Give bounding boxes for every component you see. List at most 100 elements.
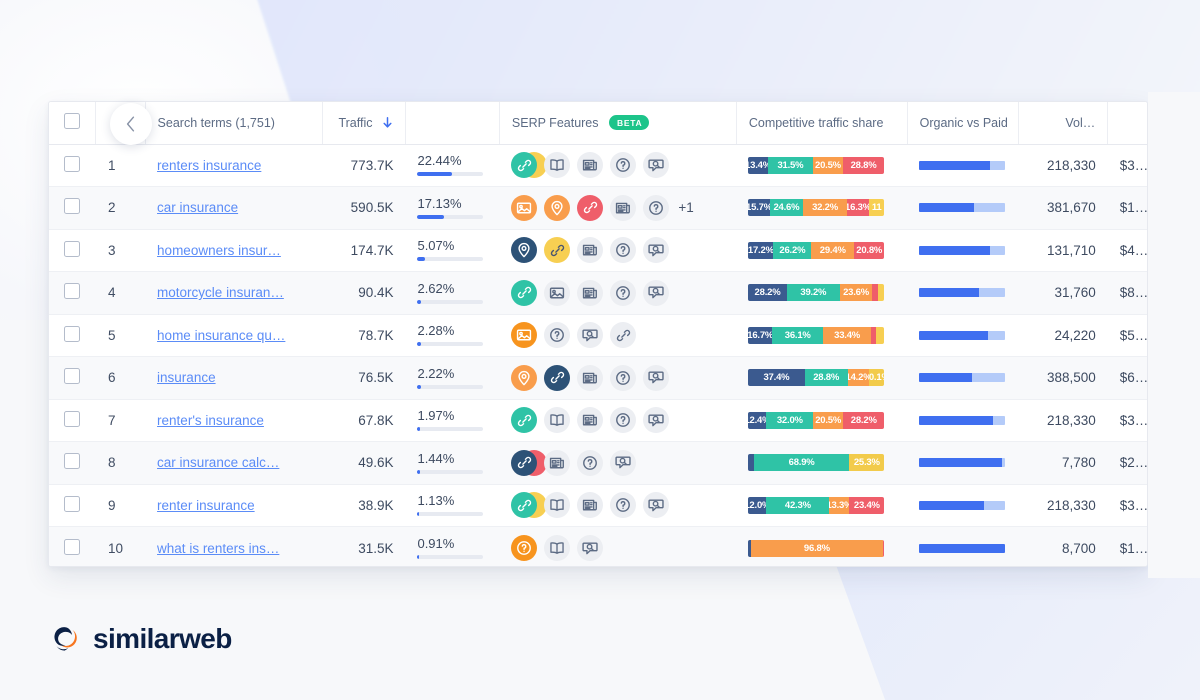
search-term-link[interactable]: motorcycle insuran… — [157, 285, 310, 300]
volume-header[interactable]: Vol… — [1018, 102, 1109, 145]
question-icon[interactable] — [643, 194, 670, 221]
related-search-icon[interactable] — [577, 535, 604, 561]
search-term-cell[interactable]: home insurance qu… — [145, 314, 323, 357]
related-search-icon[interactable] — [643, 492, 670, 519]
location-icon[interactable] — [511, 364, 538, 391]
link-icon[interactable] — [544, 237, 571, 264]
row-checkbox[interactable] — [64, 410, 81, 427]
search-term-link[interactable]: renter's insurance — [157, 413, 310, 428]
link-icon[interactable] — [544, 364, 571, 391]
table-row[interactable]: 5 home insurance qu… 78.7K 2.28% 16.7% 36.1% 3… — [49, 314, 1147, 357]
row-checkbox[interactable] — [64, 495, 81, 512]
related-search-icon[interactable] — [643, 237, 670, 264]
book-icon[interactable] — [544, 535, 571, 561]
table-row[interactable]: 10 what is renters ins… 31.5K 0.91% 96.8% 8,7… — [49, 526, 1147, 566]
competitive-traffic-share-header[interactable]: Competitive traffic share — [736, 102, 908, 145]
location-icon[interactable] — [511, 237, 538, 264]
link-icon[interactable] — [511, 407, 538, 434]
table-row[interactable]: 6 insurance 76.5K 2.22% 37.4%28.8%14.2%10.1%… — [49, 356, 1147, 400]
related-search-icon[interactable] — [643, 364, 670, 391]
news-icon[interactable] — [577, 492, 604, 519]
related-search-icon[interactable] — [577, 322, 604, 349]
link-icon[interactable] — [610, 322, 637, 349]
question-icon[interactable] — [610, 152, 637, 179]
serp-features-header[interactable]: SERP Features BETA — [499, 102, 737, 145]
search-term-link[interactable]: home insurance qu… — [157, 328, 310, 343]
row-select-cell[interactable] — [49, 144, 96, 187]
select-all-header[interactable] — [49, 102, 97, 145]
row-checkbox[interactable] — [64, 155, 81, 172]
table-row[interactable]: 3 homeowners insur… 174.7K 5.07% 17.2% 26.2% 2… — [49, 229, 1147, 272]
row-select-cell[interactable] — [49, 229, 96, 272]
search-term-link[interactable]: renters insurance — [157, 158, 310, 173]
related-search-icon[interactable] — [643, 407, 670, 434]
row-select-cell[interactable] — [49, 526, 96, 566]
table-row[interactable]: 7renter's insurance67.8K1.97%12.4%32.0%2… — [49, 399, 1147, 442]
serp-more-count[interactable]: +1 — [678, 200, 693, 215]
news-icon[interactable] — [577, 152, 604, 179]
row-select-cell[interactable] — [49, 441, 96, 485]
link-icon[interactable] — [511, 492, 548, 519]
search-term-cell[interactable]: insurance — [145, 356, 323, 400]
search-term-cell[interactable]: renters insurance — [145, 144, 323, 187]
news-icon[interactable] — [577, 407, 604, 434]
search-term-link[interactable]: homeowners insur… — [157, 243, 310, 258]
back-button[interactable] — [110, 103, 152, 145]
book-icon[interactable] — [544, 407, 571, 434]
news-icon[interactable] — [577, 279, 604, 306]
row-select-cell[interactable] — [49, 399, 96, 442]
search-term-cell[interactable]: motorcycle insuran… — [145, 271, 323, 315]
question-icon[interactable] — [610, 237, 637, 264]
table-row[interactable]: 2 car insurance 590.5K 17.13% +1 15.7%24.6%32… — [49, 186, 1147, 230]
question-icon[interactable] — [577, 449, 604, 476]
table-row[interactable]: 1 renters insurance 773.7K 22.44% 13.4%31.5%… — [49, 144, 1147, 187]
row-checkbox[interactable] — [64, 198, 81, 215]
related-search-icon[interactable] — [643, 152, 670, 179]
row-checkbox[interactable] — [64, 368, 81, 385]
row-checkbox[interactable] — [64, 453, 81, 470]
table-row[interactable]: 8 car insurance calc… 49.6K 1.44% 68.9% 25.3%… — [49, 441, 1147, 485]
row-checkbox[interactable] — [64, 325, 81, 342]
search-term-cell[interactable]: renter's insurance — [145, 399, 323, 442]
search-term-cell[interactable]: renter insurance — [145, 484, 323, 527]
search-term-cell[interactable]: car insurance calc… — [145, 441, 323, 485]
traffic-header[interactable]: Traffic — [322, 102, 406, 145]
related-search-icon[interactable] — [610, 449, 637, 476]
image-icon[interactable] — [511, 194, 538, 221]
question-icon[interactable] — [511, 535, 538, 561]
question-icon[interactable] — [610, 364, 637, 391]
related-search-icon[interactable] — [643, 279, 670, 306]
table-row[interactable]: 9 renter insurance 38.9K 1.13% 12.0%42.3%13.… — [49, 484, 1147, 527]
row-select-cell[interactable] — [49, 186, 96, 230]
search-term-link[interactable]: car insurance calc… — [157, 455, 310, 470]
news-icon[interactable] — [577, 364, 604, 391]
row-select-cell[interactable] — [49, 314, 96, 357]
question-icon[interactable] — [610, 279, 637, 306]
book-icon[interactable] — [544, 152, 571, 179]
question-icon[interactable] — [610, 407, 637, 434]
news-icon[interactable] — [544, 449, 571, 476]
image-icon[interactable] — [544, 279, 571, 306]
row-select-cell[interactable] — [49, 271, 96, 315]
link-icon[interactable] — [511, 279, 538, 306]
link-icon[interactable] — [577, 194, 604, 221]
search-term-link[interactable]: insurance — [157, 370, 310, 385]
link-icon[interactable] — [511, 449, 548, 476]
table-scroll-container[interactable]: Search terms (1,751) Traffic SERP Featur… — [49, 102, 1147, 566]
row-select-cell[interactable] — [49, 356, 96, 400]
table-row[interactable]: 4 motorcycle insuran… 90.4K 2.62% 28.2% 39.2%… — [49, 271, 1147, 315]
row-checkbox[interactable] — [64, 240, 81, 257]
row-checkbox[interactable] — [64, 538, 81, 555]
location-icon[interactable] — [544, 194, 571, 221]
question-icon[interactable] — [610, 492, 637, 519]
organic-vs-paid-header[interactable]: Organic vs Paid — [907, 102, 1019, 145]
news-icon[interactable] — [610, 194, 637, 221]
search-term-link[interactable]: renter insurance — [157, 498, 310, 513]
search-term-cell[interactable]: what is renters ins… — [145, 526, 323, 566]
select-all-checkbox[interactable] — [64, 113, 81, 130]
news-icon[interactable] — [577, 237, 604, 264]
search-term-link[interactable]: car insurance — [157, 200, 310, 215]
search-terms-header[interactable]: Search terms (1,751) — [145, 102, 323, 145]
search-term-cell[interactable]: car insurance — [145, 186, 323, 230]
row-select-cell[interactable] — [49, 484, 96, 527]
